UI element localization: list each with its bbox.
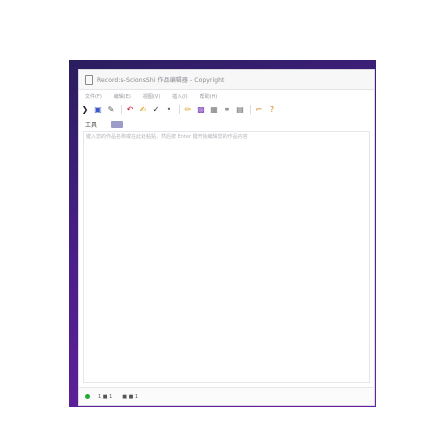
boot-icon[interactable]: ⌐ [255,105,263,115]
tools-icon[interactable]: ✎ [107,105,115,115]
status-bar: 1 ■ 1 ■ ■ 1 [79,387,374,405]
dot-icon[interactable]: • [165,105,173,115]
document-icon [85,74,93,85]
menu-edit[interactable]: 编辑(E) [114,93,131,100]
menu-help[interactable]: 帮助(H) [200,93,218,100]
panel-icon[interactable] [111,120,124,128]
sub-toolbar: 工具 [79,118,374,130]
window-title: Record:s-ScionsShi 作品编辑器 - Copyright [97,77,225,84]
link-icon[interactable]: ⚭ [223,105,231,115]
brush-icon[interactable]: ✍ [139,105,147,115]
menu-insert[interactable]: 插入(I) [172,93,187,100]
app-window: Record:s-ScionsShi 作品编辑器 - Copyright 文件(… [78,69,375,406]
frame-icon[interactable]: ▦ [210,105,218,115]
toolbar-separator [179,105,180,114]
menu-bar: 文件(F) 编辑(E) 视图(V) 插入(I) 帮助(H) [79,90,374,102]
arrow-icon[interactable]: ❯ [81,105,89,115]
tools-label: 工具 [85,121,98,129]
status-item-2: ■ ■ 1 [122,393,139,400]
screen-icon[interactable]: ▣ [94,105,102,115]
editor-area[interactable]: 键入您的作品名称或在此处粘贴，然后按 Enter 键开始编辑您的作品内容 [83,131,370,383]
menu-view[interactable]: 视图(V) [143,93,160,100]
pen-icon[interactable]: ✓ [152,105,160,115]
save-icon[interactable]: ▤ [236,105,244,115]
toolbar: ❯ ▣ ✎ ↶ ✍ ✓ • ✏ ▩ ▦ ⚭ ▤ ⌐? [79,102,374,117]
image-icon[interactable]: ▩ [197,105,205,115]
toolbar-separator [250,105,251,114]
menu-file[interactable]: 文件(F) [85,93,102,100]
toolbar-separator [121,105,122,114]
help-icon[interactable]: ? [268,105,276,115]
edit-icon[interactable]: ✏ [184,105,192,115]
status-indicator-icon [85,394,90,399]
editor-hint-text: 键入您的作品名称或在此处粘贴，然后按 Enter 键开始编辑您的作品内容 [86,134,248,140]
title-bar[interactable]: Record:s-ScionsShi 作品编辑器 - Copyright [79,70,374,90]
status-item-1: 1 ■ 1 [98,393,113,400]
undo-icon[interactable]: ↶ [126,105,134,115]
